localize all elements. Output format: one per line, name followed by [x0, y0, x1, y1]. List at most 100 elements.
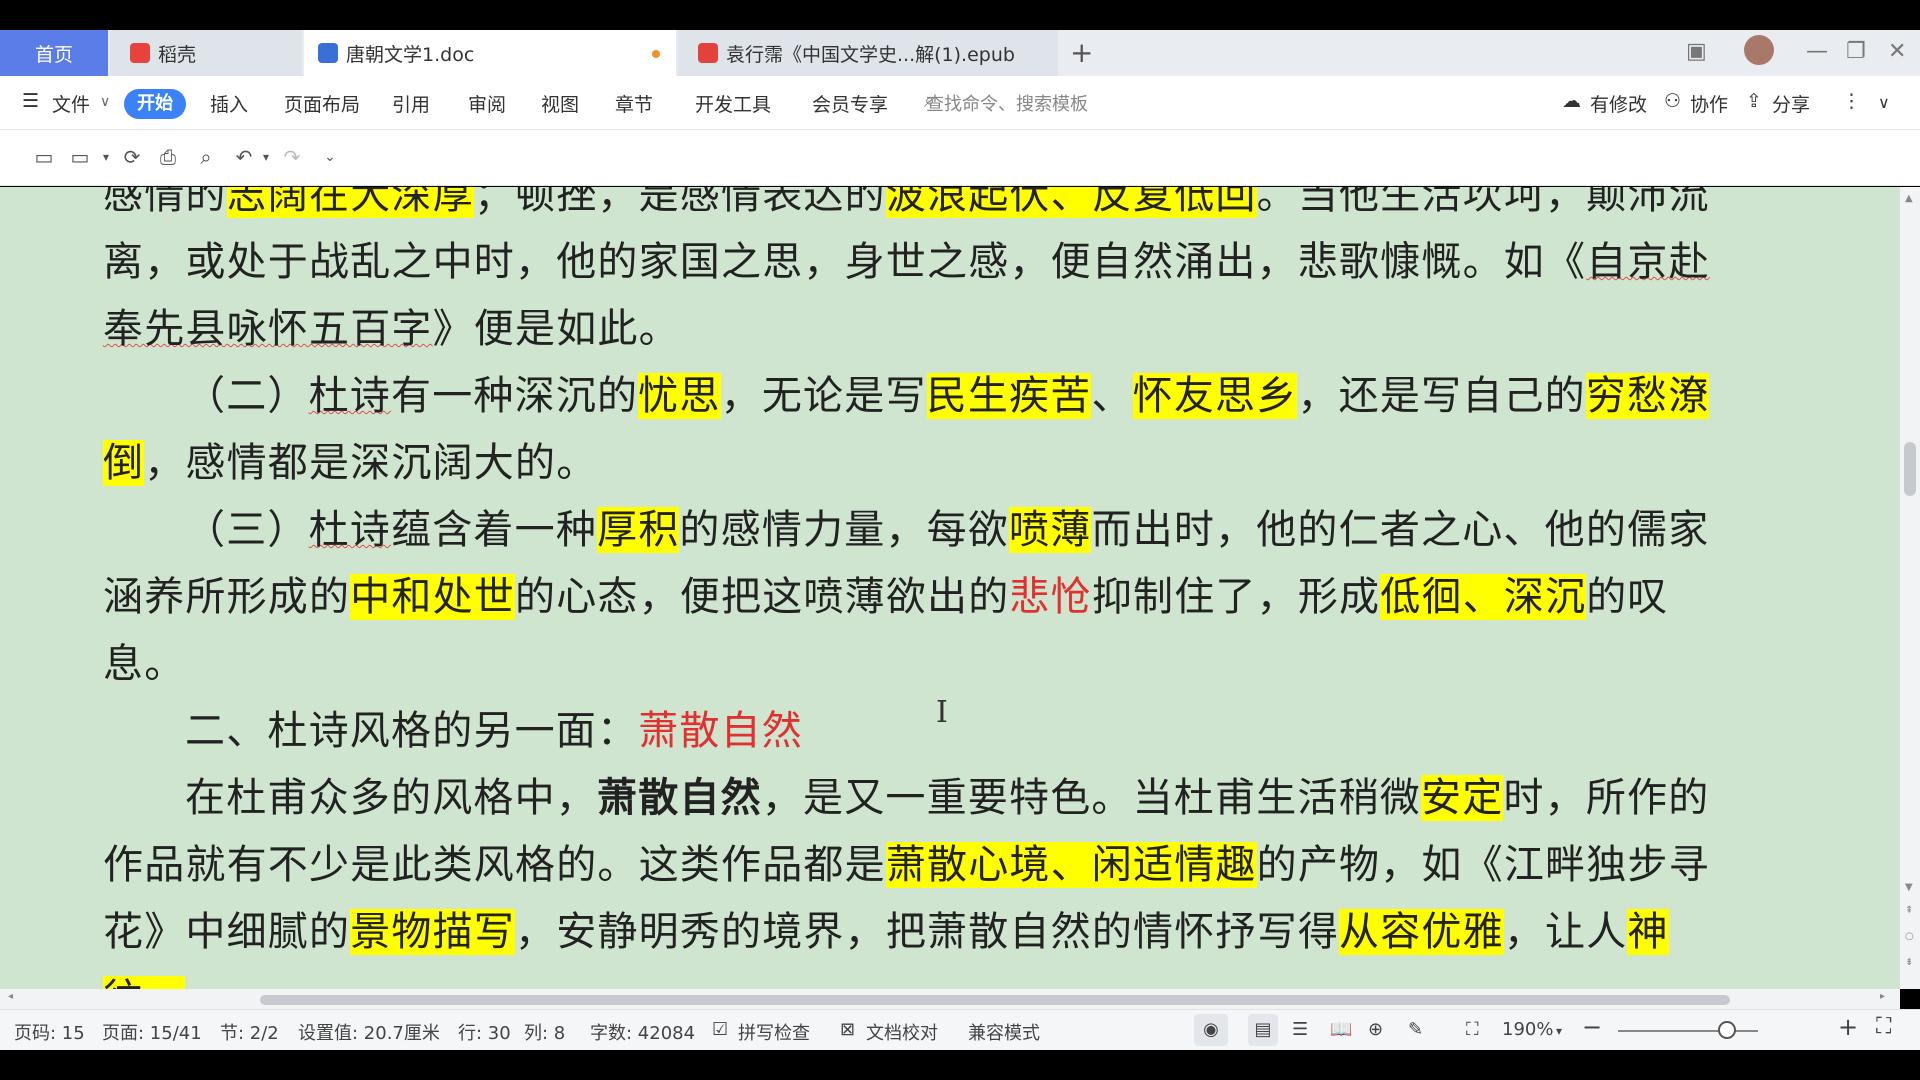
- word-doc-icon: [318, 43, 338, 63]
- menu-dev-tools[interactable]: 开发工具: [695, 90, 771, 117]
- hamburger-icon[interactable]: ☰: [22, 90, 39, 112]
- print-preview-icon[interactable]: ⌕: [194, 145, 218, 169]
- avatar[interactable]: [1744, 35, 1774, 65]
- collab-user-icon: ⚇: [1664, 90, 1682, 112]
- print-icon[interactable]: ⎙: [156, 145, 180, 169]
- row-info[interactable]: 行: 30: [458, 1019, 511, 1045]
- document-line[interactable]: 感情的志阔在大深厚；顿挫，是感情表达的波浪起伏、反复低回。当他生活坎坷，颠沛流: [103, 187, 1709, 229]
- save-as-icon[interactable]: ▭: [68, 145, 92, 169]
- menu-insert[interactable]: 插入: [210, 90, 248, 117]
- undo-dropdown-icon[interactable]: ▾: [254, 145, 278, 169]
- proofread-button[interactable]: 文档校对: [866, 1019, 938, 1045]
- scroll-up-icon[interactable]: ▲: [1905, 193, 1913, 204]
- spellcheck-button[interactable]: 拼写检查: [738, 1019, 810, 1045]
- column-info[interactable]: 列: 8: [524, 1019, 565, 1045]
- scroll-down-icon[interactable]: ▼: [1905, 882, 1913, 893]
- text-run: 二、杜诗风格的另一面：: [185, 708, 639, 754]
- menu-reference[interactable]: 引用: [392, 90, 430, 117]
- document-body[interactable]: 感情的志阔在大深厚；顿挫，是感情表达的波浪起伏、反复低回。当他生活坎坷，颠沛流离…: [103, 187, 1710, 989]
- menu-vip[interactable]: 会员专享: [812, 90, 888, 117]
- read-mode-icon[interactable]: 📖: [1330, 1019, 1352, 1040]
- red-text: 萧散自然: [638, 708, 804, 754]
- zoom-in-icon[interactable]: +: [1838, 1013, 1858, 1041]
- tab-home[interactable]: 首页: [0, 30, 108, 76]
- share-button[interactable]: 分享: [1772, 90, 1810, 117]
- highlighted-text: 忧思: [638, 373, 721, 419]
- window-count-icon[interactable]: ▣: [1686, 39, 1707, 64]
- undo-icon[interactable]: ↶: [232, 145, 256, 169]
- format-painter-icon[interactable]: ⟳: [120, 145, 144, 169]
- document-line[interactable]: 息。: [103, 631, 1683, 698]
- zoom-dropdown-icon[interactable]: ▾: [1556, 1024, 1562, 1038]
- zoom-level[interactable]: 190%: [1502, 1019, 1553, 1040]
- redo-icon[interactable]: ↷: [280, 145, 304, 169]
- web-view-icon[interactable]: ⊕: [1368, 1019, 1383, 1040]
- chevron-down-icon[interactable]: ∨: [100, 94, 110, 110]
- horizontal-scrollbar[interactable]: ◂ ▸: [0, 989, 1900, 1009]
- menu-view[interactable]: 视图: [541, 90, 579, 117]
- page-view-icon[interactable]: ▤: [1248, 1014, 1278, 1046]
- document-line[interactable]: （三）杜诗蕴含着一种厚积的感情力量，每欲喷薄而出时，他的仁者之心、他的儒家: [103, 497, 1708, 564]
- fit-page-icon[interactable]: ⛶: [1466, 1019, 1479, 1040]
- close-icon[interactable]: ✕: [1888, 39, 1906, 64]
- document-canvas[interactable]: 感情的志阔在大深厚；顿挫，是感情表达的波浪起伏、反复低回。当他生活坎坷，颠沛流离…: [0, 187, 1900, 989]
- menu-review[interactable]: 审阅: [468, 90, 506, 117]
- page-count[interactable]: 页面: 15/41: [102, 1019, 202, 1045]
- save-icon[interactable]: ▭: [32, 145, 56, 169]
- zoom-slider[interactable]: [1618, 1030, 1758, 1032]
- vertical-scrollbar[interactable]: ▲ ▼ ⇞ ○ ⇟: [1900, 187, 1920, 989]
- document-line[interactable]: 奉先县咏怀五百字》便是如此。: [103, 296, 1683, 363]
- text-run: ，感情都是深沉阔大的。: [144, 440, 598, 486]
- collapse-ribbon-icon[interactable]: ∨: [1878, 93, 1890, 112]
- page-number[interactable]: 页码: 15: [14, 1019, 85, 1045]
- tab-document[interactable]: 唐朝文学1.doc: [304, 30, 676, 76]
- document-line[interactable]: 涵养所形成的中和处世的心态，便把这喷薄欲出的悲怆抑制住了，形成低徊、深沉的叹: [103, 564, 1683, 631]
- outline-view-icon[interactable]: ☰: [1292, 1019, 1308, 1040]
- more-icon[interactable]: ⋮: [1842, 90, 1861, 112]
- modified-status[interactable]: 有修改: [1590, 90, 1647, 117]
- next-page-icon[interactable]: ⇟: [1905, 957, 1913, 968]
- write-mode-icon[interactable]: ✎: [1408, 1019, 1423, 1040]
- tab-document-label: 唐朝文学1.doc: [346, 43, 475, 66]
- tab-bar: 首页 稻壳 唐朝文学1.doc 袁行霈《中国文学史...解(1).epub + …: [0, 30, 1920, 76]
- select-browse-object-icon[interactable]: ○: [1905, 931, 1914, 942]
- text-run: （二）: [185, 373, 309, 419]
- eye-protection-icon[interactable]: ◉: [1194, 1014, 1228, 1046]
- zoom-out-icon[interactable]: −: [1582, 1013, 1602, 1041]
- document-line[interactable]: 离，或处于战乱之中时，他的家国之思，身世之感，便自然涌出，悲歌慷慨。如《自京赴: [103, 229, 1709, 296]
- proofread-icon: ⊠: [840, 1019, 856, 1040]
- menu-layout[interactable]: 页面布局: [284, 90, 360, 117]
- new-tab-plus-icon[interactable]: +: [1070, 36, 1093, 69]
- collab-button[interactable]: 协作: [1690, 90, 1728, 117]
- minimize-icon[interactable]: —: [1806, 39, 1828, 64]
- document-line[interactable]: 在杜甫众多的风格中，萧散自然，是又一重要特色。当杜甫生活稍微安定时，所作的: [103, 765, 1708, 832]
- scroll-left-icon[interactable]: ◂: [8, 991, 13, 1002]
- scroll-right-icon[interactable]: ▸: [1880, 991, 1885, 1002]
- document-line[interactable]: 往。: [103, 966, 1683, 989]
- menu-chapter[interactable]: 章节: [615, 90, 653, 117]
- vertical-scroll-thumb[interactable]: [1904, 442, 1916, 496]
- document-line[interactable]: 花》中细腻的景物描写，安静明秀的境界，把萧散自然的情怀抒写得从容优雅，让人神: [103, 899, 1683, 966]
- menu-file[interactable]: 文件: [52, 90, 90, 117]
- zoom-slider-handle[interactable]: [1718, 1021, 1737, 1039]
- save-dropdown-icon[interactable]: ▾: [94, 145, 118, 169]
- restore-icon[interactable]: ❐: [1846, 39, 1866, 64]
- fullscreen-icon[interactable]: ⛶: [1876, 1014, 1891, 1039]
- highlighted-text: 萧散心境、闲适情趣: [885, 842, 1257, 888]
- section-info[interactable]: 节: 2/2: [220, 1019, 279, 1045]
- document-line[interactable]: 作品就有不少是此类风格的。这类作品都是萧散心境、闲适情趣的产物，如《江畔独步寻: [103, 832, 1709, 899]
- prev-page-icon[interactable]: ⇞: [1905, 905, 1913, 916]
- document-line[interactable]: （二）杜诗有一种深沉的忧思，无论是写民生疾苦、怀友思乡，还是写自己的穷愁潦: [103, 363, 1710, 430]
- document-line[interactable]: 二、杜诗风格的另一面：萧散自然: [103, 698, 1683, 765]
- text-run: 的叹: [1586, 574, 1669, 620]
- tab-epub[interactable]: 袁行霈《中国文学史...解(1).epub: [678, 30, 1058, 76]
- document-line[interactable]: 倒，感情都是深沉阔大的。: [103, 430, 1683, 497]
- command-search-input[interactable]: 查找命令、搜索模板: [926, 90, 1088, 116]
- horizontal-scroll-thumb[interactable]: [260, 995, 1730, 1005]
- word-count[interactable]: 字数: 42084: [590, 1019, 695, 1045]
- customize-toolbar-icon[interactable]: ⌄: [318, 145, 342, 169]
- setting-value[interactable]: 设置值: 20.7厘米: [298, 1019, 440, 1045]
- screen-top-band: [0, 0, 1920, 30]
- tab-docer[interactable]: 稻壳: [110, 30, 302, 76]
- menu-start[interactable]: 开始: [124, 89, 186, 119]
